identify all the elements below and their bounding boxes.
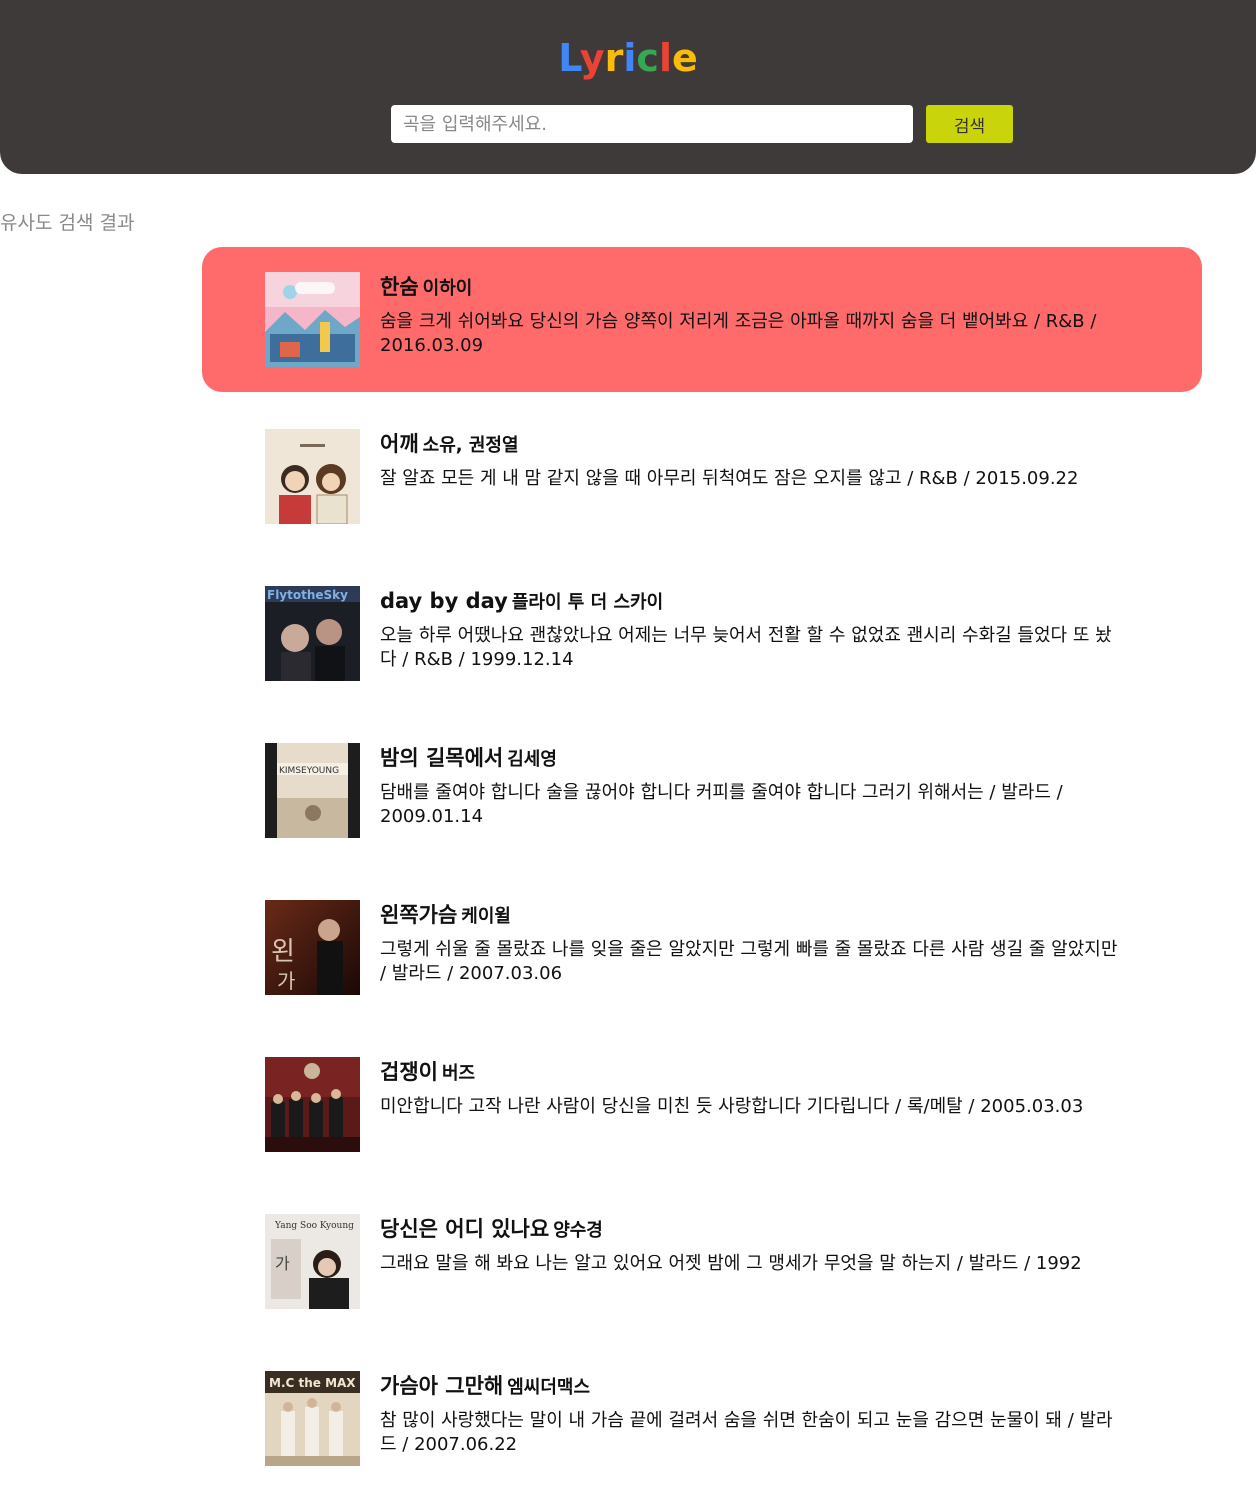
song-description: 담배를 줄여야 합니다 술을 끊어야 합니다 커피를 줄여야 합니다 그러기 위… bbox=[380, 782, 1063, 827]
song-title: day by day bbox=[380, 589, 508, 613]
song-title: 어깨 bbox=[380, 432, 419, 456]
song-artist: 버즈 bbox=[441, 1063, 476, 1084]
song-description: 잘 알죠 모든 게 내 맘 같지 않을 때 아무리 뒤척여도 잠은 오지를 않고… bbox=[380, 468, 1079, 489]
logo-letter: l bbox=[658, 36, 672, 80]
song-title: 당신은 어디 있나요 bbox=[380, 1217, 550, 1241]
song-title: 밤의 길목에서 bbox=[380, 746, 504, 770]
album-cover: Yang Soo Kyoung 가 bbox=[265, 1214, 360, 1309]
result-item[interactable]: 겁쟁이 버즈미안합니다 고작 나란 사람이 당신을 미친 듯 사랑합니다 기다립니… bbox=[202, 1032, 1202, 1177]
result-item[interactable]: FlytotheSky day by day 플라이 투 더 스카이오늘 하루 어땠… bbox=[202, 561, 1202, 706]
song-title: 겁쟁이 bbox=[380, 1060, 438, 1084]
song-heading: 당신은 어디 있나요 양수경 bbox=[380, 1214, 1162, 1246]
album-cover bbox=[265, 1057, 360, 1152]
song-description: 오늘 하루 어땠나요 괜찮았나요 어제는 너무 늦어서 전활 할 수 없었죠 괜… bbox=[380, 625, 1112, 670]
song-artist: 케이윌 bbox=[461, 906, 511, 927]
svg-text:FlytotheSky: FlytotheSky bbox=[267, 588, 348, 602]
song-description: 미안합니다 고작 나란 사람이 당신을 미친 듯 사랑합니다 기다립니다 / 록… bbox=[380, 1096, 1084, 1117]
result-item[interactable]: 어깨 소유, 권정열잘 알죠 모든 게 내 맘 같지 않을 때 아무리 뒤척여도 … bbox=[202, 404, 1202, 549]
result-item[interactable]: 왼 가 왼쪽가슴 케이윌그렇게 쉬울 줄 몰랐죠 나를 잊을 줄은 알았지만 그렇게 … bbox=[202, 875, 1202, 1020]
song-artist: 양수경 bbox=[553, 1220, 603, 1241]
song-description: 그래요 말을 해 봐요 나는 알고 있어요 어젯 밤에 그 맹세가 무엇을 말 … bbox=[380, 1253, 1082, 1274]
song-description: 숨을 크게 쉬어봐요 당신의 가슴 양쪽이 저리게 조금은 아파올 때까지 숨을… bbox=[380, 311, 1097, 356]
svg-text:Yang Soo Kyoung: Yang Soo Kyoung bbox=[274, 1221, 354, 1231]
song-artist: 소유, 권정열 bbox=[422, 435, 519, 456]
album-cover: FlytotheSky bbox=[265, 586, 360, 681]
song-heading: 어깨 소유, 권정열 bbox=[380, 429, 1162, 461]
song-artist: 김세영 bbox=[507, 749, 557, 770]
logo-letter: i bbox=[623, 36, 637, 80]
song-heading: 겁쟁이 버즈 bbox=[380, 1057, 1162, 1089]
logo-letter: y bbox=[579, 36, 605, 80]
header: Lyricle 검색 bbox=[0, 0, 1256, 174]
result-item[interactable]: Yang Soo Kyoung 가 당신은 어디 있나요 양수경그래요 말을 해 봐요… bbox=[202, 1189, 1202, 1334]
logo[interactable]: Lyricle bbox=[0, 36, 1256, 80]
song-artist: 이하이 bbox=[422, 278, 473, 299]
svg-text:왼: 왼 bbox=[271, 937, 295, 967]
svg-text:KIMSEYOUNG: KIMSEYOUNG bbox=[279, 766, 339, 776]
song-description: 참 많이 사랑했다는 말이 내 가슴 끝에 걸려서 숨을 쉬면 한숨이 되고 눈… bbox=[380, 1410, 1113, 1455]
song-heading: 밤의 길목에서 김세영 bbox=[380, 743, 1162, 775]
song-heading: 한숨 이하이 bbox=[380, 272, 1162, 304]
result-item[interactable]: KIMSEYOUNG 밤의 길목에서 김세영담배를 줄여야 합니다 술을 끊어야 합… bbox=[202, 718, 1202, 863]
song-artist: 플라이 투 더 스카이 bbox=[511, 592, 664, 613]
logo-letter: e bbox=[671, 36, 698, 80]
result-item[interactable]: 한숨 이하이숨을 크게 쉬어봐요 당신의 가슴 양쪽이 저리게 조금은 아파올 때… bbox=[202, 247, 1202, 392]
song-description: 그렇게 쉬울 줄 몰랐죠 나를 잊을 줄은 알았지만 그렇게 빠를 줄 몰랐죠 … bbox=[380, 939, 1118, 984]
song-title: 왼쪽가슴 bbox=[380, 903, 458, 927]
results-title: 유사도 검색 결과 bbox=[0, 212, 135, 234]
song-title: 가슴아 그만해 bbox=[380, 1374, 504, 1398]
album-cover bbox=[265, 272, 360, 367]
logo-letter: c bbox=[636, 36, 659, 80]
svg-text:M.C the MAX: M.C the MAX bbox=[269, 1376, 356, 1390]
logo-letter: r bbox=[604, 36, 624, 80]
album-cover: KIMSEYOUNG bbox=[265, 743, 360, 838]
search-input[interactable] bbox=[391, 105, 913, 143]
svg-text:가: 가 bbox=[275, 1254, 290, 1273]
search-button[interactable]: 검색 bbox=[926, 105, 1013, 143]
song-heading: 가슴아 그만해 엠씨더맥스 bbox=[380, 1371, 1162, 1403]
album-cover bbox=[265, 429, 360, 524]
logo-letter: L bbox=[558, 36, 580, 80]
album-cover: M.C the MAX bbox=[265, 1371, 360, 1466]
song-artist: 엠씨더맥스 bbox=[507, 1377, 591, 1398]
song-heading: day by day 플라이 투 더 스카이 bbox=[380, 586, 1162, 618]
song-heading: 왼쪽가슴 케이윌 bbox=[380, 900, 1162, 932]
song-title: 한숨 bbox=[380, 275, 419, 299]
album-cover: 왼가 bbox=[265, 900, 360, 995]
result-item[interactable]: M.C the MAX 가슴아 그만해 엠씨더맥스참 많이 사랑했다는 말이 내 가… bbox=[202, 1346, 1202, 1491]
results-list: 한숨 이하이숨을 크게 쉬어봐요 당신의 가슴 양쪽이 저리게 조금은 아파올 때… bbox=[202, 247, 1202, 1503]
svg-text:가: 가 bbox=[277, 969, 295, 993]
